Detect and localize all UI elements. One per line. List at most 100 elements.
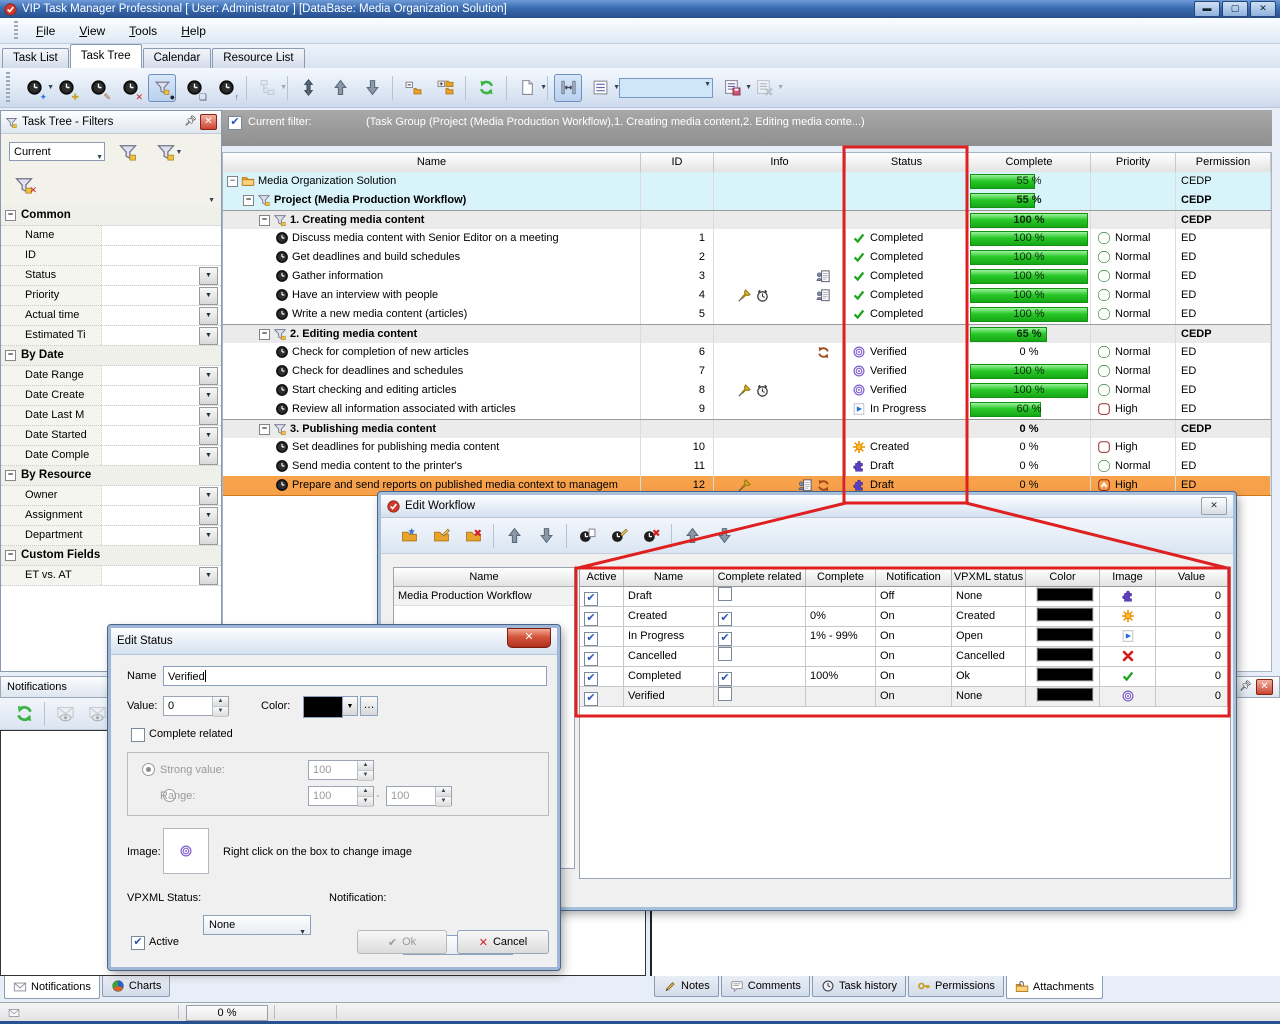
minimize-button[interactable]: ▬ — [1194, 1, 1220, 17]
status-color-swatch[interactable] — [1037, 608, 1093, 621]
menu-tools[interactable]: Tools — [119, 22, 167, 40]
task-status[interactable] — [846, 211, 968, 230]
status-color-swatch[interactable] — [1037, 628, 1093, 641]
pin-panel-button[interactable]: 📌︎ — [1238, 680, 1253, 694]
dropdown-button[interactable]: ▼ — [199, 427, 218, 445]
add-status-button[interactable] — [573, 522, 601, 550]
task-priority[interactable]: Normal — [1091, 381, 1176, 400]
task-name[interactable]: Get deadlines and build schedules — [223, 248, 641, 267]
task-status[interactable]: Verified — [846, 381, 968, 400]
apply-filter-button[interactable] — [113, 139, 143, 165]
filter-value-area[interactable]: ▼ — [101, 506, 221, 525]
collapse-all-button[interactable] — [399, 74, 427, 102]
copy-page-button[interactable]: ▼ — [513, 74, 541, 102]
filter-value-area[interactable]: ▼ — [101, 526, 221, 545]
task-priority[interactable] — [1091, 172, 1176, 191]
task-row[interactable]: −Media Organization Solution55 %CEDP — [223, 172, 1271, 192]
task-row[interactable]: Set deadlines for publishing media conte… — [223, 438, 1271, 458]
color-dropdown-button[interactable]: ▼ — [342, 696, 358, 716]
sort-button[interactable] — [294, 74, 322, 102]
tab-permissions[interactable]: Permissions — [908, 976, 1004, 997]
task-row[interactable]: Write a new media content (articles)5Com… — [223, 305, 1271, 325]
task-status[interactable] — [846, 325, 968, 344]
refresh-button[interactable] — [472, 74, 500, 102]
menu-view[interactable]: View — [69, 22, 115, 40]
workflow-column-name[interactable]: Name — [624, 568, 714, 586]
complete-related-checkbox[interactable]: ✔ — [718, 632, 732, 646]
task-priority[interactable]: Normal — [1091, 305, 1176, 324]
tab-notes[interactable]: Notes — [654, 976, 719, 997]
filter-value-area[interactable]: ▼ — [101, 306, 221, 325]
complete-related-checkbox[interactable]: ✔ — [718, 672, 732, 686]
task-status[interactable] — [846, 420, 968, 439]
delete-workflow-button[interactable] — [459, 522, 487, 550]
complete-related-checkbox[interactable] — [718, 587, 732, 601]
status-image-box[interactable] — [163, 828, 209, 874]
layout-combo[interactable]: ▼ — [619, 78, 713, 98]
active-checkbox[interactable]: ✔ — [584, 672, 598, 686]
task-row[interactable]: Start checking and editing articles8Veri… — [223, 381, 1271, 401]
grid-settings-button[interactable]: ▼ — [586, 74, 614, 102]
task-priority[interactable]: Normal — [1091, 248, 1176, 267]
task-priority[interactable]: Normal — [1091, 457, 1176, 476]
tab-task-history[interactable]: Task history — [812, 976, 906, 997]
filter-section-by-date[interactable]: −By Date — [1, 346, 221, 366]
tab-task-tree[interactable]: Task Tree — [70, 44, 142, 68]
hierarchy-button[interactable]: ▼ — [253, 74, 281, 102]
task-row[interactable]: −Project (Media Production Workflow)55 %… — [223, 191, 1271, 211]
task-priority[interactable] — [1091, 211, 1176, 230]
dropdown-button[interactable]: ▼ — [199, 387, 218, 405]
column-header-complete[interactable]: Complete — [968, 153, 1091, 172]
task-status[interactable] — [846, 191, 968, 210]
current-filter-checkbox[interactable]: ✔ — [228, 116, 242, 130]
filter-value-area[interactable]: ▼ — [101, 446, 221, 465]
refresh-notifications-button[interactable] — [10, 700, 38, 728]
edit-task-button[interactable]: ✎ — [84, 74, 112, 102]
complete-related-checkbox[interactable] — [131, 728, 145, 742]
task-name[interactable]: −3. Publishing media content — [223, 420, 641, 439]
duplicate-task-button[interactable]: ❏ — [180, 74, 208, 102]
filter-value-area[interactable]: ▼ — [101, 486, 221, 505]
task-row[interactable]: Get deadlines and build schedules2Comple… — [223, 248, 1271, 268]
task-status[interactable]: Verified — [846, 343, 968, 362]
ok-button[interactable]: ✔Ok — [357, 930, 447, 954]
workflow-column-color[interactable]: Color — [1026, 568, 1100, 586]
task-priority[interactable]: Normal — [1091, 362, 1176, 381]
close-dialog-button[interactable]: ✕ — [1201, 497, 1227, 515]
task-status[interactable]: In Progress — [846, 400, 968, 419]
expander[interactable]: − — [259, 424, 270, 435]
task-row[interactable]: Send media content to the printer's11Dra… — [223, 457, 1271, 477]
workflow-up-button[interactable] — [500, 522, 528, 550]
tab-attachments[interactable]: Attachments — [1006, 976, 1103, 999]
active-checkbox[interactable]: ✔ — [584, 612, 598, 626]
filter-value-area[interactable] — [101, 226, 221, 245]
move-up-button[interactable] — [326, 74, 354, 102]
task-name[interactable]: Have an interview with people — [223, 286, 641, 305]
close-button[interactable]: ✕ — [1250, 1, 1276, 17]
task-status[interactable]: Completed — [846, 248, 968, 267]
task-row[interactable]: Check for completion of new articles6Ver… — [223, 343, 1271, 363]
complete-related-checkbox[interactable] — [718, 647, 732, 661]
filter-value-area[interactable]: ▼ — [101, 326, 221, 345]
workflow-column-value[interactable]: Value — [1156, 568, 1228, 586]
workflow-down-button[interactable] — [532, 522, 560, 550]
active-checkbox[interactable]: ✔ — [584, 692, 598, 706]
filter-value-area[interactable]: ▼ — [101, 386, 221, 405]
delete-status-button[interactable] — [637, 522, 665, 550]
color-swatch[interactable] — [303, 696, 343, 718]
filter-value-area[interactable]: ▼ — [101, 366, 221, 385]
active-checkbox[interactable]: ✔ — [131, 936, 145, 950]
task-row[interactable]: Check for deadlines and schedules7Verifi… — [223, 362, 1271, 382]
delete-layout-button[interactable]: ▼ — [750, 74, 778, 102]
strong-value-radio[interactable] — [142, 763, 155, 776]
close-dialog-button[interactable]: ✕ — [507, 628, 551, 648]
workflow-column-vpxml-status[interactable]: VPXML status — [952, 568, 1026, 586]
workflow-column-complete[interactable]: Complete — [806, 568, 876, 586]
tab-comments[interactable]: Comments — [721, 976, 810, 997]
task-row[interactable]: Gather information3Completed100 %NormalE… — [223, 267, 1271, 287]
workflow-list-item[interactable]: Media Production Workflow — [394, 587, 574, 606]
tab-charts[interactable]: Charts — [102, 976, 170, 997]
new-subtask-button[interactable]: ✚ — [52, 74, 80, 102]
workflow-column-active[interactable]: Active — [580, 568, 624, 586]
complete-related-checkbox[interactable] — [718, 687, 732, 701]
